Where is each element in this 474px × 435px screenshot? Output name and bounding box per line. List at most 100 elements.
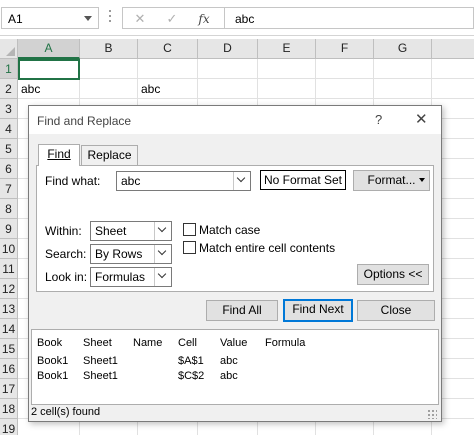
column-header-g[interactable]: G (374, 39, 432, 59)
column-header-e[interactable]: E (258, 39, 316, 59)
dialog-title-bar[interactable]: Find and Replace ? ✕ (29, 106, 441, 134)
within-select[interactable]: Sheet (90, 221, 172, 241)
row-header-10[interactable]: 10 (0, 239, 18, 259)
tab-find[interactable]: Find (38, 144, 80, 166)
chevron-down-icon (157, 269, 167, 279)
name-box-value: A1 (8, 12, 23, 26)
find-all-button[interactable]: Find All (206, 300, 278, 321)
result-cell: $A$1 (178, 355, 204, 367)
row-header-18[interactable]: 18 (0, 399, 18, 419)
row-header-7[interactable]: 7 (0, 179, 18, 199)
name-box[interactable]: A1 (1, 7, 99, 29)
find-next-button[interactable]: Find Next (283, 299, 353, 322)
column-header-b[interactable]: B (80, 39, 138, 59)
row-header-14[interactable]: 14 (0, 319, 18, 339)
column-header-f[interactable]: F (316, 39, 374, 59)
row-header-19[interactable]: 19 (0, 419, 18, 435)
result-book: Book1 (37, 370, 69, 382)
result-sheet: Sheet1 (83, 355, 118, 367)
results-header-name[interactable]: Name (133, 337, 162, 349)
result-cell: $C$2 (178, 370, 205, 382)
row-header-6[interactable]: 6 (0, 159, 18, 179)
chevron-down-icon (236, 173, 246, 183)
row-header-8[interactable]: 8 (0, 199, 18, 219)
within-value: Sheet (95, 224, 127, 238)
result-book: Book1 (37, 355, 69, 367)
result-sheet: Sheet1 (83, 370, 118, 382)
formula-buttons: ✕ ✓ fx (122, 7, 224, 29)
options-button[interactable]: Options << (357, 264, 429, 285)
results-list[interactable]: Book Sheet Name Cell Value Formula Book1… (31, 329, 439, 405)
match-entire-checkbox[interactable] (183, 241, 196, 254)
find-what-label: Find what: (45, 174, 101, 188)
results-header-cell[interactable]: Cell (178, 337, 197, 349)
row-header-4[interactable]: 4 (0, 119, 18, 139)
row-header-12[interactable]: 12 (0, 279, 18, 299)
row-header-2[interactable]: 2 (0, 79, 18, 99)
row-header-5[interactable]: 5 (0, 139, 18, 159)
help-icon[interactable]: ? (375, 112, 382, 127)
find-replace-dialog: Find and Replace ? ✕ Find Replace Find w… (28, 105, 442, 422)
format-button-label: Format... (367, 173, 416, 187)
select-all-button[interactable] (0, 39, 18, 59)
find-what-dropdown[interactable] (233, 172, 250, 190)
column-header-a[interactable]: A (18, 39, 80, 59)
results-header-formula[interactable]: Formula (265, 337, 305, 349)
status-bar: 2 cell(s) found (31, 404, 439, 421)
row-header-9[interactable]: 9 (0, 219, 18, 239)
column-header-d[interactable]: D (198, 39, 258, 59)
within-label: Within: (45, 224, 82, 238)
select-all-triangle-icon (6, 47, 15, 56)
result-value: abc (220, 355, 238, 367)
tab-replace[interactable]: Replace (81, 145, 138, 165)
match-case-checkbox[interactable] (183, 223, 196, 236)
look-in-select[interactable]: Formulas (90, 267, 172, 287)
search-label: Search: (45, 247, 87, 261)
formula-value: abc (235, 12, 255, 26)
enter-check-icon[interactable]: ✓ (159, 9, 185, 29)
cell-a2[interactable]: abc (21, 79, 40, 99)
close-button[interactable]: Close (357, 300, 435, 321)
formula-bar: A1 ✕ ✓ fx abc (0, 0, 474, 36)
row-header-1[interactable]: 1 (0, 59, 18, 79)
cancel-icon[interactable]: ✕ (127, 9, 153, 29)
find-panel: Find what: abc No Format Set Format... W… (36, 165, 434, 292)
format-button[interactable]: Format... (353, 170, 430, 191)
results-header-value[interactable]: Value (220, 337, 247, 349)
look-in-value: Formulas (95, 270, 146, 284)
search-dropdown[interactable] (154, 245, 171, 263)
row-header-16[interactable]: 16 (0, 359, 18, 379)
search-select[interactable]: By Rows (90, 244, 172, 264)
chevron-down-icon (157, 246, 167, 256)
dialog-title: Find and Replace (37, 114, 132, 128)
row-header-13[interactable]: 13 (0, 299, 18, 319)
row-header-3[interactable]: 3 (0, 99, 18, 119)
results-header-book[interactable]: Book (37, 337, 62, 349)
look-in-dropdown[interactable] (154, 268, 171, 286)
close-icon[interactable]: ✕ (415, 110, 428, 128)
find-what-input[interactable]: abc (116, 171, 251, 191)
match-case-label[interactable]: Match case (199, 223, 260, 237)
formula-input[interactable]: abc (224, 7, 474, 29)
results-header-sheet[interactable]: Sheet (83, 337, 112, 349)
match-entire-label[interactable]: Match entire cell contents (199, 241, 335, 255)
within-dropdown[interactable] (154, 222, 171, 240)
row-header-15[interactable]: 15 (0, 339, 18, 359)
row-header-11[interactable]: 11 (0, 259, 18, 279)
status-text: 2 cell(s) found (31, 406, 101, 418)
tab-replace-label: Replace (87, 148, 132, 162)
chevron-down-icon (157, 223, 167, 233)
active-cell-a1[interactable] (18, 59, 80, 80)
result-value: abc (220, 370, 238, 382)
column-header-c[interactable]: C (138, 39, 198, 59)
insert-function-icon[interactable]: fx (191, 9, 217, 29)
cell-c2[interactable]: abc (141, 79, 160, 99)
resize-grip-icon[interactable] (427, 409, 437, 419)
no-format-preview: No Format Set (260, 170, 346, 190)
tab-find-label: Find (47, 147, 71, 161)
row-header-17[interactable]: 17 (0, 379, 18, 399)
caret-down-icon (419, 178, 425, 182)
column-header-partial[interactable] (432, 39, 474, 59)
chevron-down-icon[interactable] (84, 16, 92, 21)
grip-handle-icon[interactable] (108, 10, 112, 26)
